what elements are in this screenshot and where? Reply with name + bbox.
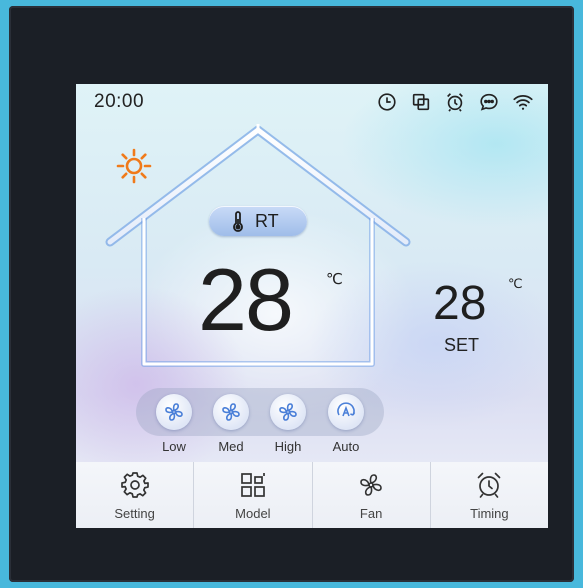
- fan-low-label: Low: [162, 439, 186, 454]
- tab-setting-label: Setting: [114, 506, 155, 521]
- clock-icon: [376, 91, 398, 113]
- grid-icon: [241, 473, 265, 497]
- tab-fan-label: Fan: [359, 506, 383, 521]
- fan-icon: [222, 403, 240, 421]
- touch-screen: 20:00 RT 28 ℃ 28 ℃ SET Low Med High Auto…: [76, 84, 548, 528]
- tab-model-label: Model: [235, 506, 271, 521]
- copy-icon: [410, 91, 432, 113]
- gear-icon: [120, 472, 149, 498]
- fan-high-label: High: [274, 439, 302, 454]
- room-temperature: 28: [198, 250, 294, 349]
- thermostat-bezel: 20:00 RT 28 ℃ 28 ℃ SET Low Med High Auto…: [9, 6, 574, 582]
- bottom-nav: Setting Model Fan Timing: [76, 462, 548, 528]
- fan-low-button[interactable]: [156, 394, 192, 430]
- room-temp-badge: RT: [209, 206, 307, 236]
- room-temp-label: RT: [255, 211, 279, 231]
- fan-med-label: Med: [218, 439, 244, 454]
- tab-model[interactable]: Model: [194, 462, 313, 528]
- fan-high-button[interactable]: [270, 394, 306, 430]
- fan-icon: [279, 403, 297, 421]
- tab-timing[interactable]: Timing: [431, 462, 548, 528]
- auto-icon: [337, 402, 356, 417]
- wifi-icon: [512, 91, 534, 113]
- tab-fan[interactable]: Fan: [313, 462, 431, 528]
- alarm-icon: [444, 91, 466, 113]
- set-temperature[interactable]: 28: [433, 280, 486, 328]
- alarm-icon: [478, 472, 501, 498]
- set-label: SET: [444, 335, 480, 355]
- thermometer-icon: [231, 211, 245, 232]
- fan-icon: [165, 403, 183, 421]
- fan-auto-button[interactable]: [328, 394, 364, 430]
- fan-auto-label: Auto: [332, 439, 360, 454]
- clock-time: 20:00: [94, 91, 145, 112]
- fan-med-button[interactable]: [213, 394, 249, 430]
- set-temperature-unit: ℃: [508, 276, 523, 291]
- tab-timing-label: Timing: [470, 506, 509, 521]
- fan-icon: [360, 474, 382, 496]
- status-bar: 20:00: [76, 84, 548, 120]
- chat-icon: [478, 91, 500, 113]
- room-temperature-unit: ℃: [326, 271, 343, 288]
- tab-setting[interactable]: Setting: [76, 462, 195, 528]
